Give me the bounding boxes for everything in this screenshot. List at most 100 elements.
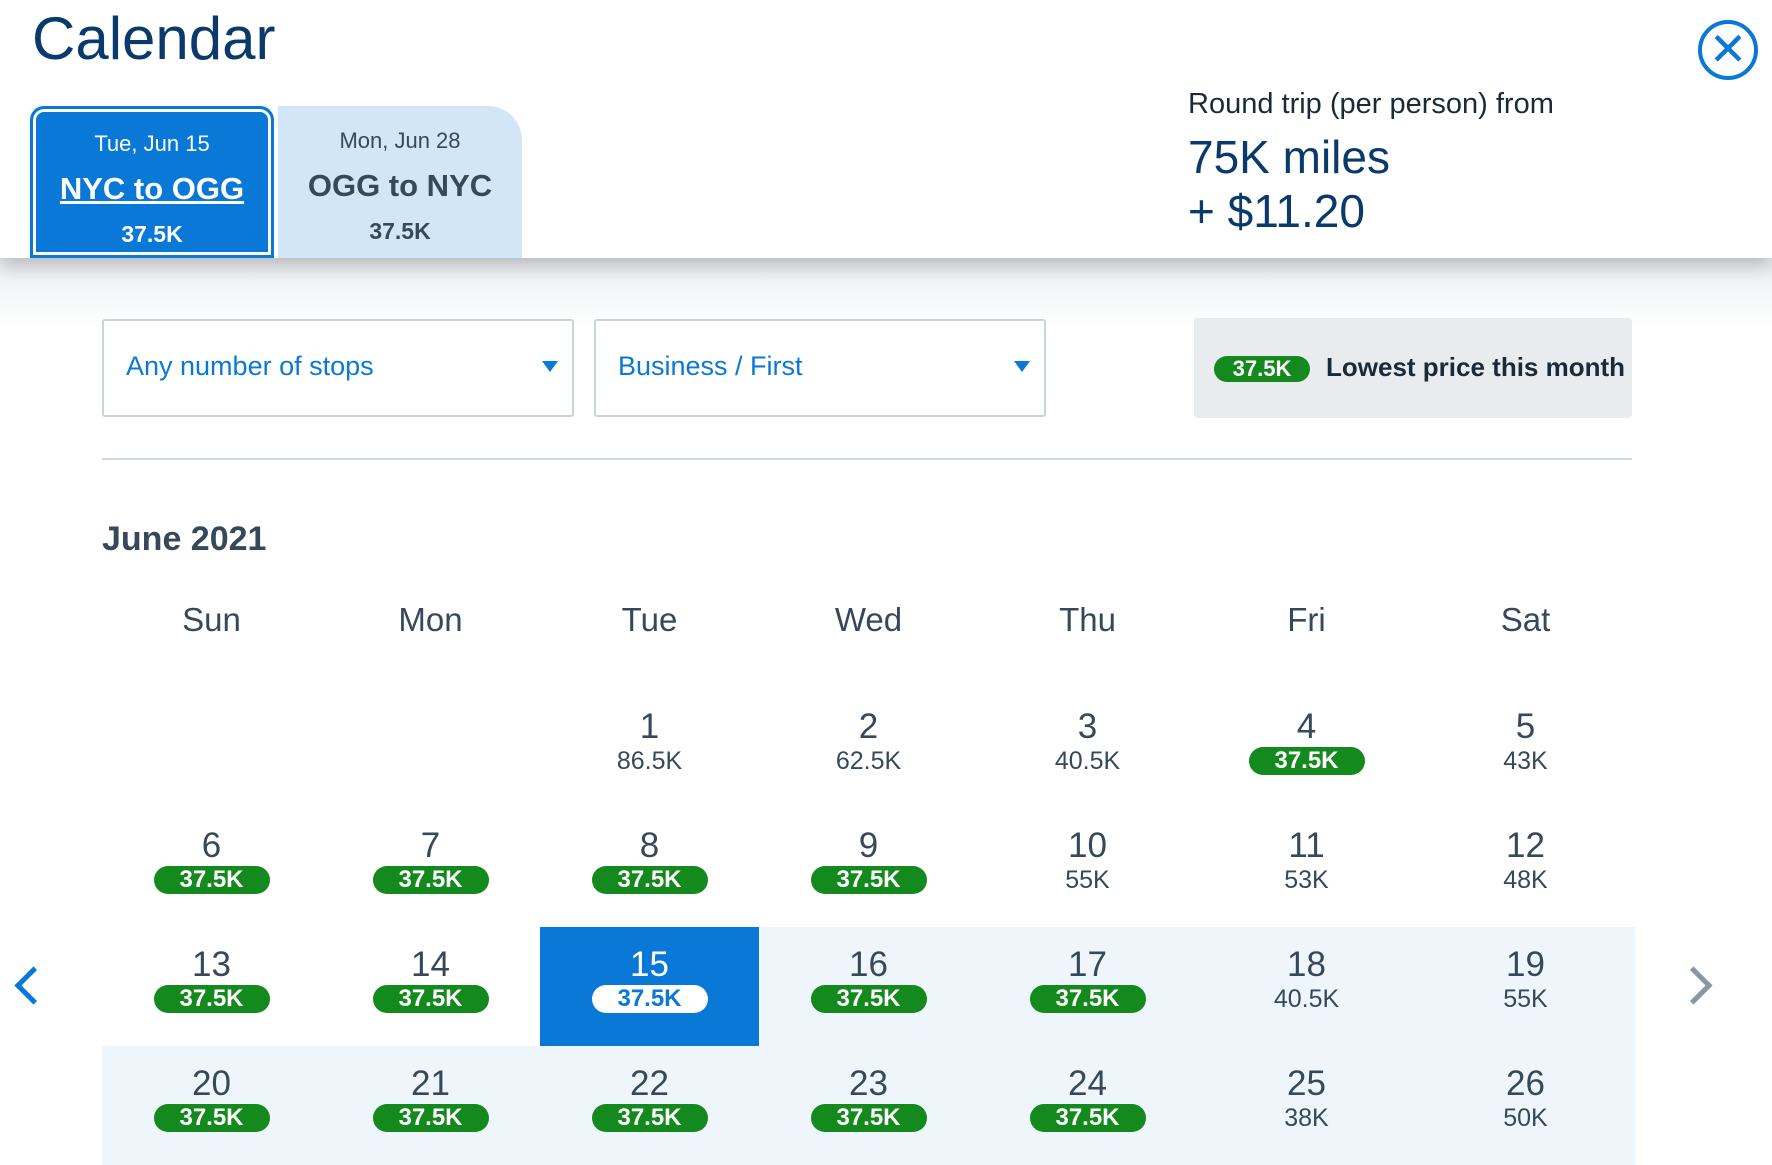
lowest-price-badge: 37.5K	[591, 866, 708, 894]
calendar-day[interactable]: 20 37.5K	[102, 1046, 321, 1165]
calendar-day[interactable]: 18 40.5K	[1197, 927, 1416, 1046]
day-price: 40.5K	[1273, 985, 1340, 1013]
caret-down-icon	[542, 361, 558, 372]
day-number: 25	[1287, 1064, 1326, 1103]
calendar-day[interactable]: 7 37.5K	[321, 808, 540, 927]
cabin-dropdown[interactable]: Business / First	[594, 319, 1046, 417]
lowest-price-badge: 37.5K	[810, 866, 927, 894]
day-number: 18	[1287, 945, 1326, 984]
day-number: 5	[1515, 707, 1536, 746]
day-number: 13	[192, 945, 231, 984]
lowest-price-badge: 37.5K	[372, 866, 489, 894]
calendar-day[interactable]: 10 55K	[978, 808, 1197, 927]
lowest-price-badge: 37.5K	[591, 1104, 708, 1132]
day-number: 15	[630, 945, 669, 984]
weekday-label: Sun	[182, 601, 241, 638]
weekday-label: Wed	[834, 601, 903, 638]
lowest-price-badge: 37.5K	[153, 985, 270, 1013]
calendar-day[interactable]: 21 37.5K	[321, 1046, 540, 1165]
lowest-price-badge: 37.5K	[1029, 985, 1146, 1013]
calendar-day[interactable]: 6 37.5K	[102, 808, 321, 927]
cabin-dropdown-value: Business / First	[618, 351, 803, 381]
calendar-header: Calendar ✕ Tue, Jun 15 NYC to OGG 37.5K …	[0, 0, 1772, 258]
calendar-day[interactable]: 24 37.5K	[978, 1046, 1197, 1165]
weekday-label: Sat	[1500, 601, 1551, 638]
tab-route[interactable]: NYC to OGG	[33, 171, 271, 207]
day-number: 6	[201, 826, 222, 865]
calendar-day[interactable]: 25 38K	[1197, 1046, 1416, 1165]
day-number: 9	[858, 826, 879, 865]
day-price: 53K	[1284, 866, 1329, 894]
calendar-day[interactable]: 22 37.5K	[540, 1046, 759, 1165]
day-number: 7	[420, 826, 441, 865]
close-icon[interactable]: ✕	[1698, 20, 1758, 80]
summary-miles: 75K miles	[1188, 131, 1390, 183]
day-number: 22	[630, 1064, 669, 1103]
legend-price-badge: 37.5K	[1214, 356, 1310, 382]
day-number: 1	[639, 707, 660, 746]
day-number: 12	[1506, 826, 1545, 865]
calendar-day[interactable]: 14 37.5K	[321, 927, 540, 1046]
day-number: 24	[1068, 1064, 1107, 1103]
day-number: 2	[858, 707, 879, 746]
lowest-price-badge: 37.5K	[810, 1104, 927, 1132]
summary-cash: + $11.20	[1188, 185, 1365, 237]
day-number: 20	[192, 1064, 231, 1103]
calendar-day[interactable]: 13 37.5K	[102, 927, 321, 1046]
day-number: 14	[411, 945, 450, 984]
calendar-day[interactable]: 12 48K	[1416, 808, 1635, 927]
page-title: Calendar	[32, 5, 276, 72]
weekday-label: Mon	[398, 601, 463, 638]
calendar-day[interactable]: 19 55K	[1416, 927, 1635, 1046]
calendar-day-selected[interactable]: 15 37.5K	[540, 927, 759, 1046]
day-number: 23	[849, 1064, 888, 1103]
calendar-day[interactable]: 2 62.5K	[759, 689, 978, 808]
lowest-price-badge: 37.5K	[1029, 1104, 1146, 1132]
day-price: 55K	[1065, 866, 1110, 894]
summary-label: Round trip (per person) from	[1188, 88, 1554, 120]
calendar-day[interactable]: 16 37.5K	[759, 927, 978, 1046]
day-number: 17	[1068, 945, 1107, 984]
day-number: 4	[1296, 707, 1317, 746]
tab-date: Mon, Jun 28	[339, 128, 461, 153]
tab-outbound-flight[interactable]: Tue, Jun 15 NYC to OGG 37.5K	[30, 106, 274, 258]
day-price: 86.5K	[616, 747, 683, 775]
tab-price: 37.5K	[121, 221, 183, 247]
calendar-day[interactable]: 17 37.5K	[978, 927, 1197, 1046]
calendar-day[interactable]: 9 37.5K	[759, 808, 978, 927]
lowest-price-badge: 37.5K	[810, 985, 927, 1013]
legend-label: Lowest price this month	[1326, 352, 1626, 382]
lowest-price-badge: 37.5K	[372, 1104, 489, 1132]
stops-dropdown[interactable]: Any number of stops	[102, 319, 574, 417]
caret-down-icon	[1014, 361, 1030, 372]
day-number: 8	[639, 826, 660, 865]
lowest-price-badge: 37.5K	[153, 866, 270, 894]
stops-dropdown-value: Any number of stops	[126, 351, 374, 381]
calendar-day[interactable]: 8 37.5K	[540, 808, 759, 927]
lowest-price-badge: 37.5K	[1248, 747, 1365, 775]
calendar-day[interactable]: 1 86.5K	[540, 689, 759, 808]
tab-return-flight[interactable]: Mon, Jun 28 OGG to NYC 37.5K	[278, 106, 522, 258]
calendar-day[interactable]: 5 43K	[1416, 689, 1635, 808]
calendar-day[interactable]: 3 40.5K	[978, 689, 1197, 808]
day-number: 21	[411, 1064, 450, 1103]
day-price: 48K	[1503, 866, 1548, 894]
month-title: June 2021	[102, 520, 267, 558]
tab-price: 37.5K	[369, 218, 431, 244]
weekday-label: Tue	[621, 601, 678, 638]
lowest-price-badge: 37.5K	[372, 985, 489, 1013]
day-number: 3	[1077, 707, 1098, 746]
calendar-day[interactable]: 26 50K	[1416, 1046, 1635, 1165]
day-price: 55K	[1503, 985, 1548, 1013]
lowest-price-legend: 37.5K Lowest price this month	[1194, 318, 1632, 418]
weekday-label: Fri	[1287, 601, 1326, 638]
day-price: 40.5K	[1054, 747, 1121, 775]
tab-date: Tue, Jun 15	[94, 131, 210, 156]
weekday-label: Thu	[1059, 601, 1116, 638]
day-price: 43K	[1503, 747, 1548, 775]
calendar-day[interactable]: 11 53K	[1197, 808, 1416, 927]
day-number: 11	[1288, 826, 1325, 865]
calendar-day[interactable]: 4 37.5K	[1197, 689, 1416, 808]
calendar-day[interactable]: 23 37.5K	[759, 1046, 978, 1165]
tab-route[interactable]: OGG to NYC	[278, 168, 522, 204]
